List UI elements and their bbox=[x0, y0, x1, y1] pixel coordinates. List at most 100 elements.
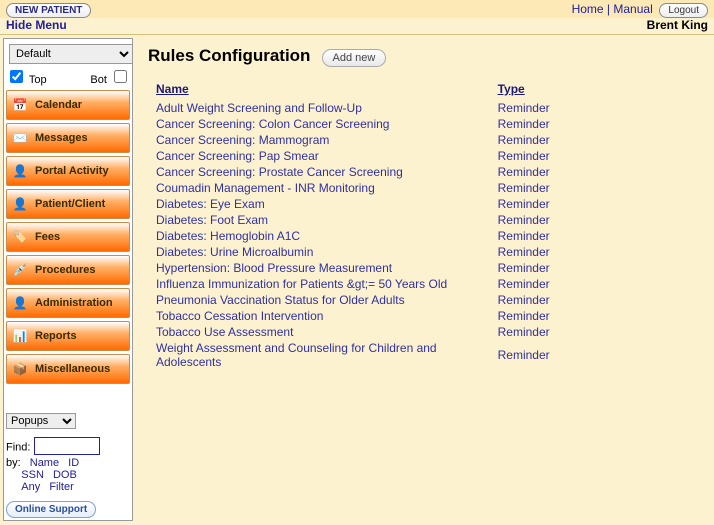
sidebar-item-administration[interactable]: 👤Administration bbox=[6, 288, 130, 318]
view-select[interactable]: Default bbox=[9, 44, 133, 64]
table-row: Weight Assessment and Counseling for Chi… bbox=[148, 340, 699, 370]
rule-type: Reminder bbox=[490, 340, 699, 370]
rules-table: Name Type Adult Weight Screening and Fol… bbox=[148, 80, 699, 370]
fees-icon: 🏷️ bbox=[11, 228, 29, 246]
current-user-label: Brent King bbox=[647, 18, 708, 32]
table-row: Diabetes: Foot Exam Reminder bbox=[148, 212, 699, 228]
rule-link[interactable]: Influenza Immunization for Patients &gt;… bbox=[156, 277, 447, 291]
logout-button[interactable]: Logout bbox=[659, 3, 708, 18]
sidebar-item-label: Administration bbox=[35, 297, 113, 309]
sidebar: Default Top Bot 📅 Calendar ✉️ Messages 👤Port… bbox=[3, 38, 133, 521]
nav-list: 📅Calendar✉️Messages👤Portal Activity👤Pati… bbox=[6, 90, 130, 384]
rule-type: Reminder bbox=[490, 196, 699, 212]
second-bar: Hide Menu Brent King bbox=[0, 18, 714, 35]
sidebar-item-label: Procedures bbox=[35, 264, 96, 276]
sidebar-item-label: Miscellaneous bbox=[35, 363, 110, 375]
miscellaneous-icon: 📦 bbox=[11, 360, 29, 378]
online-support-button[interactable]: Online Support bbox=[6, 501, 96, 518]
by-label: by: bbox=[6, 457, 21, 469]
top-bar: NEW PATIENT Home | Manual Logout bbox=[0, 0, 714, 18]
rule-type: Reminder bbox=[490, 116, 699, 132]
col-header-type[interactable]: Type bbox=[490, 80, 699, 100]
rule-type: Reminder bbox=[490, 180, 699, 196]
rule-link[interactable]: Weight Assessment and Counseling for Chi… bbox=[156, 341, 437, 369]
rule-link[interactable]: Cancer Screening: Mammogram bbox=[156, 133, 329, 147]
search-by-id[interactable]: ID bbox=[68, 457, 79, 469]
rule-link[interactable]: Diabetes: Foot Exam bbox=[156, 213, 268, 227]
rule-type: Reminder bbox=[490, 324, 699, 340]
sidebar-item-label: Calendar bbox=[35, 99, 82, 111]
table-row: Adult Weight Screening and Follow-Up Remi… bbox=[148, 100, 699, 116]
rule-link[interactable]: Cancer Screening: Colon Cancer Screening bbox=[156, 117, 389, 131]
hide-menu-link[interactable]: Hide Menu bbox=[6, 18, 67, 32]
rule-type: Reminder bbox=[490, 148, 699, 164]
table-row: Coumadin Management - INR Monitoring Remi… bbox=[148, 180, 699, 196]
rule-link[interactable]: Tobacco Use Assessment bbox=[156, 325, 293, 339]
sidebar-item-label: Patient/Client bbox=[35, 198, 105, 210]
sidebar-item-fees[interactable]: 🏷️Fees bbox=[6, 222, 130, 252]
table-row: Diabetes: Urine Microalbumin Reminder bbox=[148, 244, 699, 260]
messages-icon: ✉️ bbox=[11, 129, 29, 147]
rule-link[interactable]: Adult Weight Screening and Follow-Up bbox=[156, 101, 362, 115]
rule-link[interactable]: Diabetes: Hemoglobin A1C bbox=[156, 229, 300, 243]
popups-select[interactable]: Popups bbox=[6, 413, 76, 429]
table-row: Cancer Screening: Prostate Cancer Screen… bbox=[148, 164, 699, 180]
main-panel: Rules Configuration Add new Name Type Ad… bbox=[136, 38, 711, 521]
table-row: Diabetes: Hemoglobin A1CReminder bbox=[148, 228, 699, 244]
table-row: Cancer Screening: Pap Smear Reminder bbox=[148, 148, 699, 164]
sidebar-item-portal-activity[interactable]: 👤Portal Activity bbox=[6, 156, 130, 186]
bot-checkbox-label[interactable]: Bot bbox=[90, 67, 130, 86]
sidebar-item-label: Messages bbox=[35, 132, 88, 144]
new-patient-button[interactable]: NEW PATIENT bbox=[6, 3, 91, 18]
procedures-icon: 💉 bbox=[11, 261, 29, 279]
find-input[interactable] bbox=[34, 437, 100, 455]
calendar-icon: 📅 bbox=[11, 96, 29, 114]
rule-link[interactable]: Cancer Screening: Pap Smear bbox=[156, 149, 319, 163]
table-row: Influenza Immunization for Patients &gt;… bbox=[148, 276, 699, 292]
search-by-any[interactable]: Any bbox=[21, 481, 40, 493]
sidebar-item-reports[interactable]: 📊Reports bbox=[6, 321, 130, 351]
rule-type: Reminder bbox=[490, 276, 699, 292]
table-row: Hypertension: Blood Pressure Measurement… bbox=[148, 260, 699, 276]
rule-link[interactable]: Diabetes: Urine Microalbumin bbox=[156, 245, 313, 259]
rule-link[interactable]: Cancer Screening: Prostate Cancer Screen… bbox=[156, 165, 403, 179]
top-checkbox-label[interactable]: Top bbox=[6, 67, 47, 86]
rule-link[interactable]: Pneumonia Vaccination Status for Older A… bbox=[156, 293, 405, 307]
sidebar-item-miscellaneous[interactable]: 📦 Miscellaneous bbox=[6, 354, 130, 384]
rule-type: Reminder bbox=[490, 132, 699, 148]
manual-link[interactable]: Manual bbox=[613, 2, 652, 16]
col-header-name[interactable]: Name bbox=[148, 80, 490, 100]
search-by-ssn[interactable]: SSN bbox=[21, 469, 44, 481]
sidebar-item-patient-client[interactable]: 👤 Patient/Client bbox=[6, 189, 130, 219]
rule-type: Reminder bbox=[490, 260, 699, 276]
sidebar-item-messages[interactable]: ✉️ Messages bbox=[6, 123, 130, 153]
rule-type: Reminder bbox=[490, 212, 699, 228]
rule-link[interactable]: Hypertension: Blood Pressure Measurement bbox=[156, 261, 392, 275]
home-link[interactable]: Home bbox=[572, 2, 604, 16]
sidebar-item-calendar[interactable]: 📅 Calendar bbox=[6, 90, 130, 120]
rule-link[interactable]: Diabetes: Eye Exam bbox=[156, 197, 265, 211]
add-new-button[interactable]: Add new bbox=[322, 49, 387, 67]
rule-link[interactable]: Tobacco Cessation Intervention bbox=[156, 309, 323, 323]
search-by-dob[interactable]: DOB bbox=[53, 469, 77, 481]
top-checkbox[interactable] bbox=[10, 70, 23, 83]
table-row: Cancer Screening: Colon Cancer Screening… bbox=[148, 116, 699, 132]
rule-type: Reminder bbox=[490, 164, 699, 180]
table-row: Diabetes: Eye Exam Reminder bbox=[148, 196, 699, 212]
sidebar-item-label: Reports bbox=[35, 330, 77, 342]
table-row: Tobacco Cessation Intervention Reminder bbox=[148, 308, 699, 324]
table-row: Pneumonia Vaccination Status for Older A… bbox=[148, 292, 699, 308]
rule-type: Reminder bbox=[490, 100, 699, 116]
find-label: Find: bbox=[6, 442, 30, 454]
rule-type: Reminder bbox=[490, 244, 699, 260]
bot-checkbox[interactable] bbox=[114, 70, 127, 83]
search-by-name[interactable]: Name bbox=[30, 457, 59, 469]
page-title: Rules Configuration bbox=[148, 46, 310, 66]
patient-client-icon: 👤 bbox=[11, 195, 29, 213]
portal-activity-icon: 👤 bbox=[11, 162, 29, 180]
search-filter[interactable]: Filter bbox=[49, 481, 73, 493]
rule-type: Reminder bbox=[490, 308, 699, 324]
sidebar-item-procedures[interactable]: 💉 Procedures bbox=[6, 255, 130, 285]
rule-type: Reminder bbox=[490, 292, 699, 308]
rule-link[interactable]: Coumadin Management - INR Monitoring bbox=[156, 181, 375, 195]
